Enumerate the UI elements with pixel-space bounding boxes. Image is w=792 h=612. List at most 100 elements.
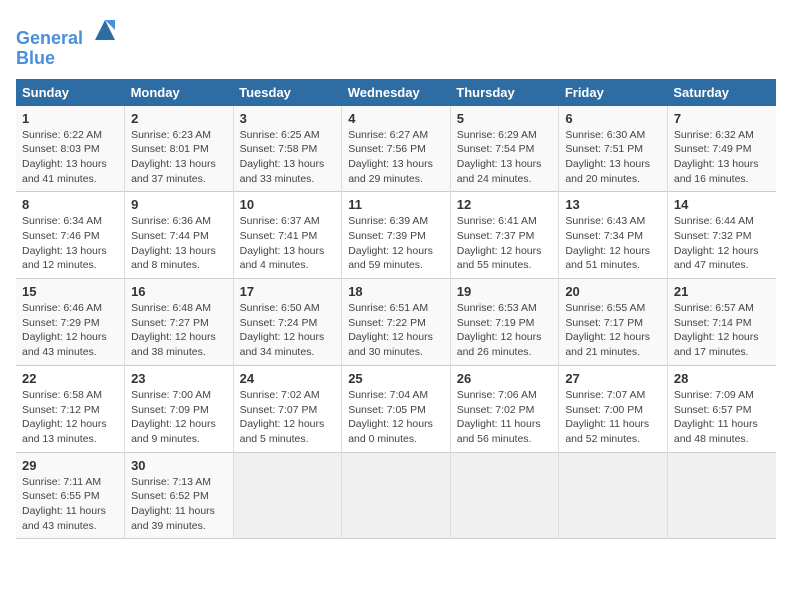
day-info: Sunrise: 7:02 AMSunset: 7:07 PMDaylight:… xyxy=(240,388,336,447)
day-number: 4 xyxy=(348,111,444,126)
col-header-tuesday: Tuesday xyxy=(233,79,342,106)
day-number: 22 xyxy=(22,371,118,386)
week-row-2: 8 Sunrise: 6:34 AMSunset: 7:46 PMDaylight… xyxy=(16,192,776,279)
day-number: 3 xyxy=(240,111,336,126)
day-info: Sunrise: 6:23 AMSunset: 8:01 PMDaylight:… xyxy=(131,128,227,187)
day-number: 7 xyxy=(674,111,770,126)
day-number: 15 xyxy=(22,284,118,299)
day-info: Sunrise: 6:37 AMSunset: 7:41 PMDaylight:… xyxy=(240,214,336,273)
day-number: 5 xyxy=(457,111,553,126)
day-cell-16: 16 Sunrise: 6:48 AMSunset: 7:27 PMDayligh… xyxy=(125,279,234,366)
day-info: Sunrise: 6:43 AMSunset: 7:34 PMDaylight:… xyxy=(565,214,661,273)
day-cell-19: 19Sunrise: 6:53 AMSunset: 7:19 PMDayligh… xyxy=(450,279,559,366)
col-header-monday: Monday xyxy=(125,79,234,106)
day-cell-13: 13 Sunrise: 6:43 AMSunset: 7:34 PMDayligh… xyxy=(559,192,668,279)
day-number: 8 xyxy=(22,197,118,212)
calendar-table: SundayMondayTuesdayWednesdayThursdayFrid… xyxy=(16,79,776,540)
week-row-1: 1 Sunrise: 6:22 AMSunset: 8:03 PMDaylight… xyxy=(16,106,776,192)
day-number: 13 xyxy=(565,197,661,212)
day-info: Sunrise: 7:07 AMSunset: 7:00 PMDaylight:… xyxy=(565,388,661,447)
day-cell-12: 12Sunrise: 6:41 AMSunset: 7:37 PMDayligh… xyxy=(450,192,559,279)
col-header-wednesday: Wednesday xyxy=(342,79,451,106)
day-number: 9 xyxy=(131,197,227,212)
day-cell-30: 30 Sunrise: 7:13 AMSunset: 6:52 PMDayligh… xyxy=(125,452,234,539)
calendar-header-row: SundayMondayTuesdayWednesdayThursdayFrid… xyxy=(16,79,776,106)
day-info: Sunrise: 7:00 AMSunset: 7:09 PMDaylight:… xyxy=(131,388,227,447)
empty-cell xyxy=(233,452,342,539)
day-number: 27 xyxy=(565,371,661,386)
day-number: 21 xyxy=(674,284,770,299)
day-info: Sunrise: 6:57 AMSunset: 7:14 PMDaylight:… xyxy=(674,301,770,360)
day-info: Sunrise: 6:50 AMSunset: 7:24 PMDaylight:… xyxy=(240,301,336,360)
day-cell-6: 6 Sunrise: 6:30 AMSunset: 7:51 PMDaylight… xyxy=(559,106,668,192)
day-cell-14: 14 Sunrise: 6:44 AMSunset: 7:32 PMDayligh… xyxy=(667,192,776,279)
day-info: Sunrise: 7:06 AMSunset: 7:02 PMDaylight:… xyxy=(457,388,553,447)
logo-text: General xyxy=(16,16,119,49)
day-number: 26 xyxy=(457,371,553,386)
day-info: Sunrise: 6:46 AMSunset: 7:29 PMDaylight:… xyxy=(22,301,118,360)
day-cell-20: 20Sunrise: 6:55 AMSunset: 7:17 PMDayligh… xyxy=(559,279,668,366)
col-header-saturday: Saturday xyxy=(667,79,776,106)
day-cell-5: 5 Sunrise: 6:29 AMSunset: 7:54 PMDaylight… xyxy=(450,106,559,192)
day-info: Sunrise: 6:48 AMSunset: 7:27 PMDaylight:… xyxy=(131,301,227,360)
day-cell-29: 29 Sunrise: 7:11 AMSunset: 6:55 PMDayligh… xyxy=(16,452,125,539)
day-number: 23 xyxy=(131,371,227,386)
day-cell-2: 2 Sunrise: 6:23 AMSunset: 8:01 PMDaylight… xyxy=(125,106,234,192)
day-info: Sunrise: 7:11 AMSunset: 6:55 PMDaylight:… xyxy=(22,475,118,534)
day-number: 18 xyxy=(348,284,444,299)
day-info: Sunrise: 6:25 AMSunset: 7:58 PMDaylight:… xyxy=(240,128,336,187)
day-number: 30 xyxy=(131,458,227,473)
day-cell-27: 27 Sunrise: 7:07 AMSunset: 7:00 PMDayligh… xyxy=(559,365,668,452)
empty-cell xyxy=(450,452,559,539)
day-number: 6 xyxy=(565,111,661,126)
day-info: Sunrise: 7:09 AMSunset: 6:57 PMDaylight:… xyxy=(674,388,770,447)
day-cell-24: 24 Sunrise: 7:02 AMSunset: 7:07 PMDayligh… xyxy=(233,365,342,452)
day-cell-8: 8 Sunrise: 6:34 AMSunset: 7:46 PMDaylight… xyxy=(16,192,125,279)
day-cell-10: 10 Sunrise: 6:37 AMSunset: 7:41 PMDayligh… xyxy=(233,192,342,279)
col-header-sunday: Sunday xyxy=(16,79,125,106)
day-number: 29 xyxy=(22,458,118,473)
day-info: Sunrise: 6:34 AMSunset: 7:46 PMDaylight:… xyxy=(22,214,118,273)
day-info: Sunrise: 6:44 AMSunset: 7:32 PMDaylight:… xyxy=(674,214,770,273)
day-number: 24 xyxy=(240,371,336,386)
day-number: 17 xyxy=(240,284,336,299)
day-cell-18: 18 Sunrise: 6:51 AMSunset: 7:22 PMDayligh… xyxy=(342,279,451,366)
day-number: 1 xyxy=(22,111,118,126)
day-number: 11 xyxy=(348,197,444,212)
day-number: 28 xyxy=(674,371,770,386)
logo-blue: Blue xyxy=(16,49,119,69)
empty-cell xyxy=(559,452,668,539)
day-info: Sunrise: 6:51 AMSunset: 7:22 PMDaylight:… xyxy=(348,301,444,360)
logo-icon xyxy=(91,16,119,44)
day-info: Sunrise: 6:32 AMSunset: 7:49 PMDaylight:… xyxy=(674,128,770,187)
day-number: 25 xyxy=(348,371,444,386)
day-number: 14 xyxy=(674,197,770,212)
day-info: Sunrise: 7:13 AMSunset: 6:52 PMDaylight:… xyxy=(131,475,227,534)
day-info: Sunrise: 7:04 AMSunset: 7:05 PMDaylight:… xyxy=(348,388,444,447)
day-cell-17: 17 Sunrise: 6:50 AMSunset: 7:24 PMDayligh… xyxy=(233,279,342,366)
day-cell-28: 28 Sunrise: 7:09 AMSunset: 6:57 PMDayligh… xyxy=(667,365,776,452)
day-info: Sunrise: 6:58 AMSunset: 7:12 PMDaylight:… xyxy=(22,388,118,447)
day-info: Sunrise: 6:22 AMSunset: 8:03 PMDaylight:… xyxy=(22,128,118,187)
day-number: 10 xyxy=(240,197,336,212)
day-number: 2 xyxy=(131,111,227,126)
day-cell-3: 3 Sunrise: 6:25 AMSunset: 7:58 PMDaylight… xyxy=(233,106,342,192)
col-header-thursday: Thursday xyxy=(450,79,559,106)
week-row-4: 22 Sunrise: 6:58 AMSunset: 7:12 PMDayligh… xyxy=(16,365,776,452)
page-header: General Blue xyxy=(16,16,776,69)
day-cell-25: 25 Sunrise: 7:04 AMSunset: 7:05 PMDayligh… xyxy=(342,365,451,452)
day-cell-9: 9 Sunrise: 6:36 AMSunset: 7:44 PMDaylight… xyxy=(125,192,234,279)
day-cell-15: 15 Sunrise: 6:46 AMSunset: 7:29 PMDayligh… xyxy=(16,279,125,366)
day-info: Sunrise: 6:30 AMSunset: 7:51 PMDaylight:… xyxy=(565,128,661,187)
day-cell-26: 26 Sunrise: 7:06 AMSunset: 7:02 PMDayligh… xyxy=(450,365,559,452)
logo: General Blue xyxy=(16,16,119,69)
day-number: 12 xyxy=(457,197,553,212)
col-header-friday: Friday xyxy=(559,79,668,106)
day-cell-21: 21 Sunrise: 6:57 AMSunset: 7:14 PMDayligh… xyxy=(667,279,776,366)
day-info: Sunrise: 6:29 AMSunset: 7:54 PMDaylight:… xyxy=(457,128,553,187)
day-cell-23: 23 Sunrise: 7:00 AMSunset: 7:09 PMDayligh… xyxy=(125,365,234,452)
day-info: Sunrise: 6:27 AMSunset: 7:56 PMDaylight:… xyxy=(348,128,444,187)
day-number: 16 xyxy=(131,284,227,299)
day-cell-22: 22 Sunrise: 6:58 AMSunset: 7:12 PMDayligh… xyxy=(16,365,125,452)
day-info: Sunrise: 6:36 AMSunset: 7:44 PMDaylight:… xyxy=(131,214,227,273)
